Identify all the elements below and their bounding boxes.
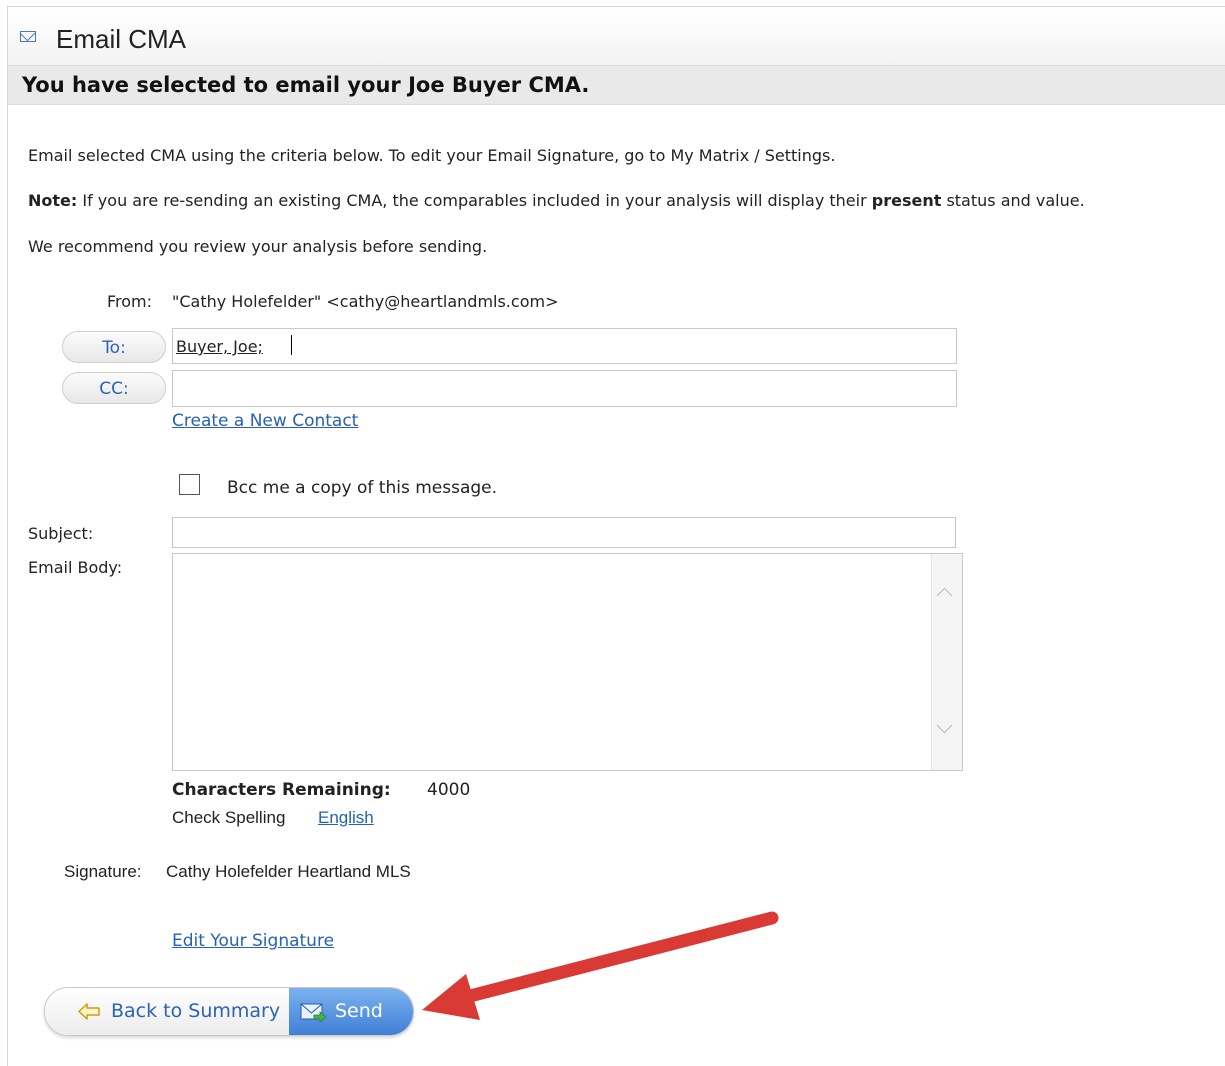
cc-field[interactable] [172, 370, 957, 407]
mail-send-icon [300, 1003, 327, 1022]
to-button[interactable]: To: [62, 331, 166, 363]
note-label: Note: [28, 191, 78, 210]
characters-remaining-value: 4000 [427, 780, 471, 800]
note-text-b: status and value. [941, 191, 1085, 210]
signature-label: Signature: [64, 862, 142, 881]
cc-button[interactable]: CC: [62, 372, 166, 404]
page-title: Email CMA [56, 24, 187, 54]
check-spelling-label: Check Spelling [172, 808, 286, 827]
recommend-text: We recommend you review your analysis be… [28, 237, 488, 256]
text-cursor [291, 335, 292, 355]
title-bar: Email CMA [8, 7, 1225, 65]
textarea-scrollbar[interactable] [931, 554, 962, 770]
note-text-a: If you are re-sending an existing CMA, t… [77, 191, 872, 210]
bcc-label: Bcc me a copy of this message. [227, 478, 498, 498]
send-button[interactable]: Send [289, 988, 413, 1035]
scroll-down-icon[interactable] [936, 717, 953, 734]
subtitle-text: You have selected to email your Joe Buye… [22, 73, 590, 97]
red-arrow-annotation [422, 911, 779, 1020]
spelling-language-link[interactable]: English [318, 808, 374, 828]
action-buttons: Back to Summary Send [44, 987, 414, 1036]
email-body-label: Email Body: [28, 558, 123, 577]
subtitle-bar: You have selected to email your Joe Buye… [8, 65, 1225, 105]
from-label: From: [107, 292, 153, 311]
characters-remaining-label: Characters Remaining: [172, 780, 391, 800]
edit-signature-link[interactable]: Edit Your Signature [172, 931, 334, 951]
note-paragraph: Note: If you are re-sending an existing … [28, 190, 1203, 212]
create-new-contact-link[interactable]: Create a New Contact [172, 411, 358, 431]
subject-label: Subject: [28, 524, 94, 543]
note-bold: present [871, 191, 942, 210]
signature-value: Cathy Holefelder Heartland MLS [166, 862, 411, 881]
to-field[interactable]: Buyer, Joe; [172, 328, 957, 364]
subject-input[interactable] [172, 517, 956, 548]
arrow-left-icon [78, 1003, 100, 1020]
from-value: "Cathy Holefelder" <cathy@heartlandmls.c… [172, 292, 559, 311]
intro-line: Email selected CMA using the criteria be… [28, 146, 836, 165]
envelope-icon [20, 31, 36, 42]
send-button-label: Send [335, 1000, 383, 1022]
back-to-summary-button[interactable]: Back to Summary [45, 988, 289, 1035]
back-button-label: Back to Summary [111, 1000, 281, 1022]
email-body-textarea[interactable] [172, 553, 963, 771]
to-recipient[interactable]: Buyer, Joe; [176, 337, 263, 356]
scroll-up-icon[interactable] [936, 587, 953, 604]
bcc-checkbox[interactable] [179, 474, 200, 495]
